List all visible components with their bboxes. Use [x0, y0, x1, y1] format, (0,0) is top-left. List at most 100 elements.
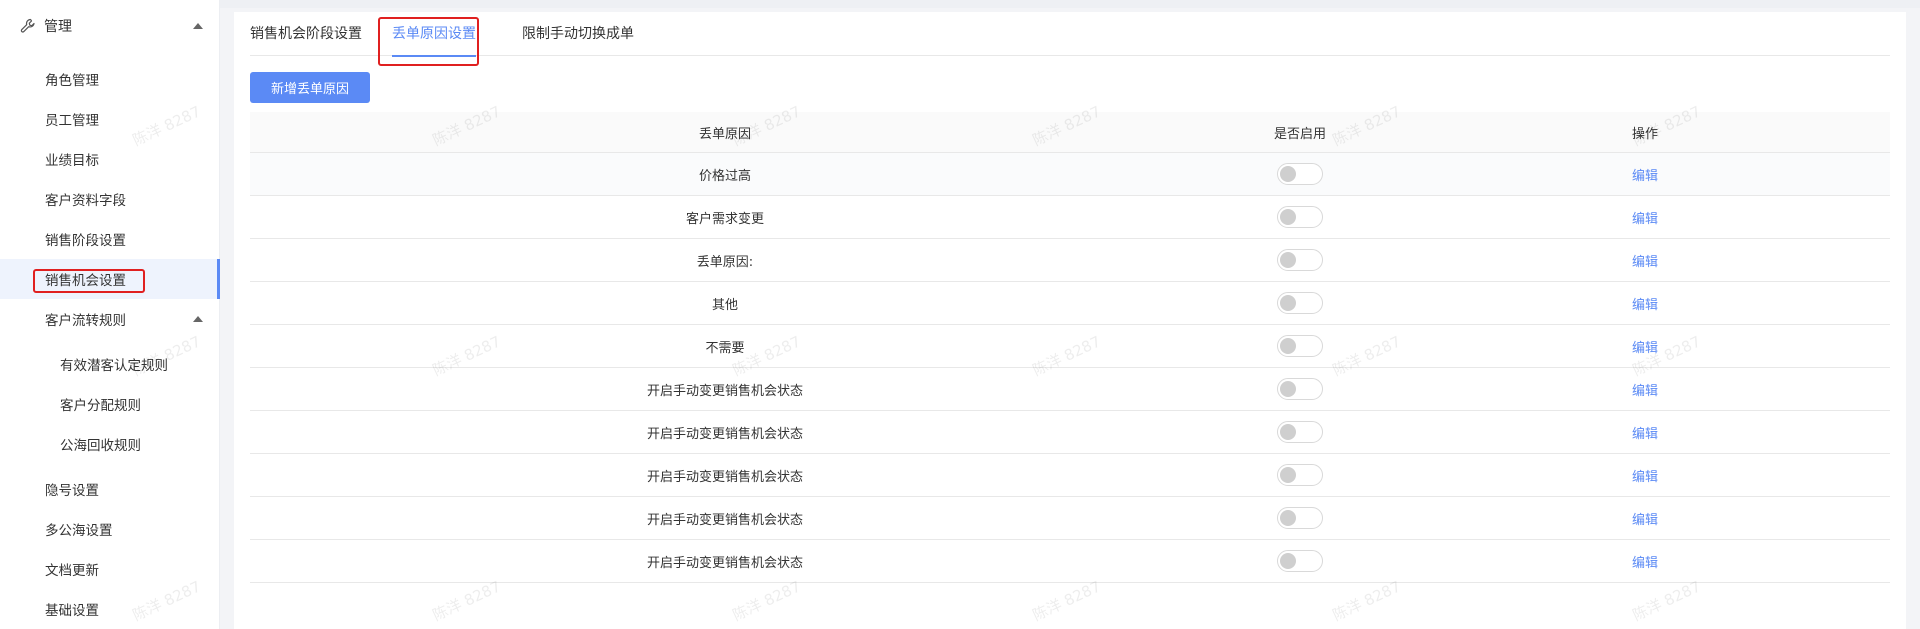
toggle-knob [1280, 510, 1296, 526]
action-cell: 编辑 [1400, 196, 1890, 238]
table-row: 开启手动变更销售机会状态 编辑 [250, 497, 1890, 540]
sidebar-group-manage[interactable]: 管理 [0, 0, 219, 52]
action-cell: 编辑 [1400, 411, 1890, 453]
action-cell: 编辑 [1400, 540, 1890, 582]
edit-link[interactable]: 编辑 [1632, 552, 1658, 571]
edit-link[interactable]: 编辑 [1632, 208, 1658, 227]
sidebar-item-label: 文档更新 [45, 563, 99, 579]
toggle-knob [1280, 553, 1296, 569]
enabled-cell [1200, 196, 1400, 238]
enabled-cell [1200, 540, 1400, 582]
edit-link[interactable]: 编辑 [1632, 380, 1658, 399]
top-bar [220, 0, 1920, 8]
enabled-toggle[interactable] [1277, 421, 1323, 443]
sidebar-item-label: 基础设置 [45, 603, 99, 619]
lost-reason-cell: 开启手动变更销售机会状态 [646, 555, 803, 571]
action-cell: 编辑 [1400, 239, 1890, 281]
sidebar-item-label: 角色管理 [45, 73, 99, 89]
enabled-cell [1200, 153, 1400, 195]
table-body: 价格过高 编辑 客户需求变更 编辑 丢单原因: 编辑 其他 编辑 不需要 编辑 开启手动变更销售机会… [250, 153, 1890, 583]
sidebar-item-label: 公海回收规则 [60, 438, 141, 454]
toggle-knob [1280, 252, 1296, 268]
sidebar-item-lead-rules[interactable]: 有效潜客认定规则 [0, 344, 220, 384]
edit-link[interactable]: 编辑 [1632, 466, 1658, 485]
edit-link[interactable]: 编辑 [1632, 251, 1658, 270]
table-row: 丢单原因: 编辑 [250, 239, 1890, 282]
sidebar-item-assign-rules[interactable]: 客户分配规则 [0, 384, 220, 424]
tab-lost-reason[interactable]: 丢单原因设置 [392, 12, 476, 57]
sidebar-item-basic-settings[interactable]: 基础设置 [0, 589, 220, 629]
enabled-cell [1200, 325, 1400, 367]
edit-link[interactable]: 编辑 [1632, 165, 1658, 184]
enabled-toggle[interactable] [1277, 292, 1323, 314]
column-header: 丢单原因 [698, 126, 751, 142]
main-panel: 销售机会阶段设置 丢单原因设置 限制手动切换成单 新增丢单原因 丢单原因 是否启… [234, 12, 1906, 629]
enabled-toggle[interactable] [1277, 335, 1323, 357]
sidebar-item-label: 隐号设置 [45, 483, 99, 499]
sidebar-item-label: 客户分配规则 [60, 398, 141, 414]
sidebar-item-label: 客户流转规则 [45, 313, 126, 329]
enabled-cell [1200, 368, 1400, 410]
action-cell: 编辑 [1400, 454, 1890, 496]
toggle-knob [1280, 295, 1296, 311]
tab-opportunity-stage[interactable]: 销售机会阶段设置 [250, 12, 362, 56]
enabled-toggle[interactable] [1277, 206, 1323, 228]
edit-link[interactable]: 编辑 [1632, 509, 1658, 528]
enabled-toggle[interactable] [1277, 464, 1323, 486]
sidebar-item-label: 员工管理 [45, 113, 99, 129]
table-row: 客户需求变更 编辑 [250, 196, 1890, 239]
toggle-knob [1280, 467, 1296, 483]
action-cell: 编辑 [1400, 497, 1890, 539]
toggle-knob [1280, 424, 1296, 440]
lost-reason-cell: 开启手动变更销售机会状态 [646, 426, 803, 442]
sidebar-item-opportunity-settings[interactable]: 销售机会设置 [0, 259, 220, 299]
table-header: 丢单原因 是否启用 操作 [250, 112, 1890, 153]
table-row: 开启手动变更销售机会状态 编辑 [250, 411, 1890, 454]
sidebar-item-label: 多公海设置 [45, 523, 113, 539]
caret-up-icon[interactable] [193, 23, 203, 29]
table-row: 不需要 编辑 [250, 325, 1890, 368]
enabled-toggle[interactable] [1277, 550, 1323, 572]
lost-reason-cell: 开启手动变更销售机会状态 [646, 512, 803, 528]
sidebar-item-customer-flow[interactable]: 客户流转规则 [0, 299, 220, 339]
edit-link[interactable]: 编辑 [1632, 337, 1658, 356]
caret-up-icon[interactable] [193, 316, 203, 322]
toggle-knob [1280, 381, 1296, 397]
tab-manual-switch[interactable]: 限制手动切换成单 [522, 12, 634, 56]
sidebar-item-customer-fields[interactable]: 客户资料字段 [0, 179, 220, 219]
toggle-knob [1280, 209, 1296, 225]
column-header: 是否启用 [1273, 126, 1326, 142]
add-lost-reason-button[interactable]: 新增丢单原因 [250, 72, 370, 103]
sidebar-item-sales-stage[interactable]: 销售阶段设置 [0, 219, 220, 259]
table-row: 价格过高 编辑 [250, 153, 1890, 196]
lost-reason-cell: 不需要 [705, 340, 745, 356]
sidebar-item-label: 销售机会设置 [45, 273, 126, 289]
enabled-toggle[interactable] [1277, 163, 1323, 185]
sidebar-item-label: 有效潜客认定规则 [60, 358, 168, 374]
sidebar-item-multi-pool[interactable]: 多公海设置 [0, 509, 220, 549]
enabled-toggle[interactable] [1277, 378, 1323, 400]
sidebar-item-staff[interactable]: 员工管理 [0, 99, 220, 139]
action-cell: 编辑 [1400, 282, 1890, 324]
sidebar-item-doc-updates[interactable]: 文档更新 [0, 549, 220, 589]
enabled-cell [1200, 454, 1400, 496]
lost-reason-cell: 丢单原因: [696, 254, 754, 270]
sidebar-item-roles[interactable]: 角色管理 [0, 59, 220, 99]
wrench-icon [20, 18, 35, 33]
enabled-cell [1200, 282, 1400, 324]
edit-link[interactable]: 编辑 [1632, 423, 1658, 442]
sidebar: 管理 角色管理 员工管理 业绩目标 客户资料字段 销售阶段设置 销售机会设置 客… [0, 0, 220, 629]
lost-reason-cell: 开启手动变更销售机会状态 [646, 383, 803, 399]
edit-link[interactable]: 编辑 [1632, 294, 1658, 313]
table-row: 其他 编辑 [250, 282, 1890, 325]
sidebar-item-targets[interactable]: 业绩目标 [0, 139, 220, 179]
action-cell: 编辑 [1400, 368, 1890, 410]
sidebar-item-hidden-number[interactable]: 隐号设置 [0, 469, 220, 509]
toggle-knob [1280, 166, 1296, 182]
sidebar-item-recycle-rules[interactable]: 公海回收规则 [0, 424, 220, 464]
enabled-toggle[interactable] [1277, 249, 1323, 271]
enabled-toggle[interactable] [1277, 507, 1323, 529]
tab-bar: 销售机会阶段设置 丢单原因设置 限制手动切换成单 [250, 12, 1890, 57]
enabled-cell [1200, 411, 1400, 453]
table-row: 开启手动变更销售机会状态 编辑 [250, 540, 1890, 583]
